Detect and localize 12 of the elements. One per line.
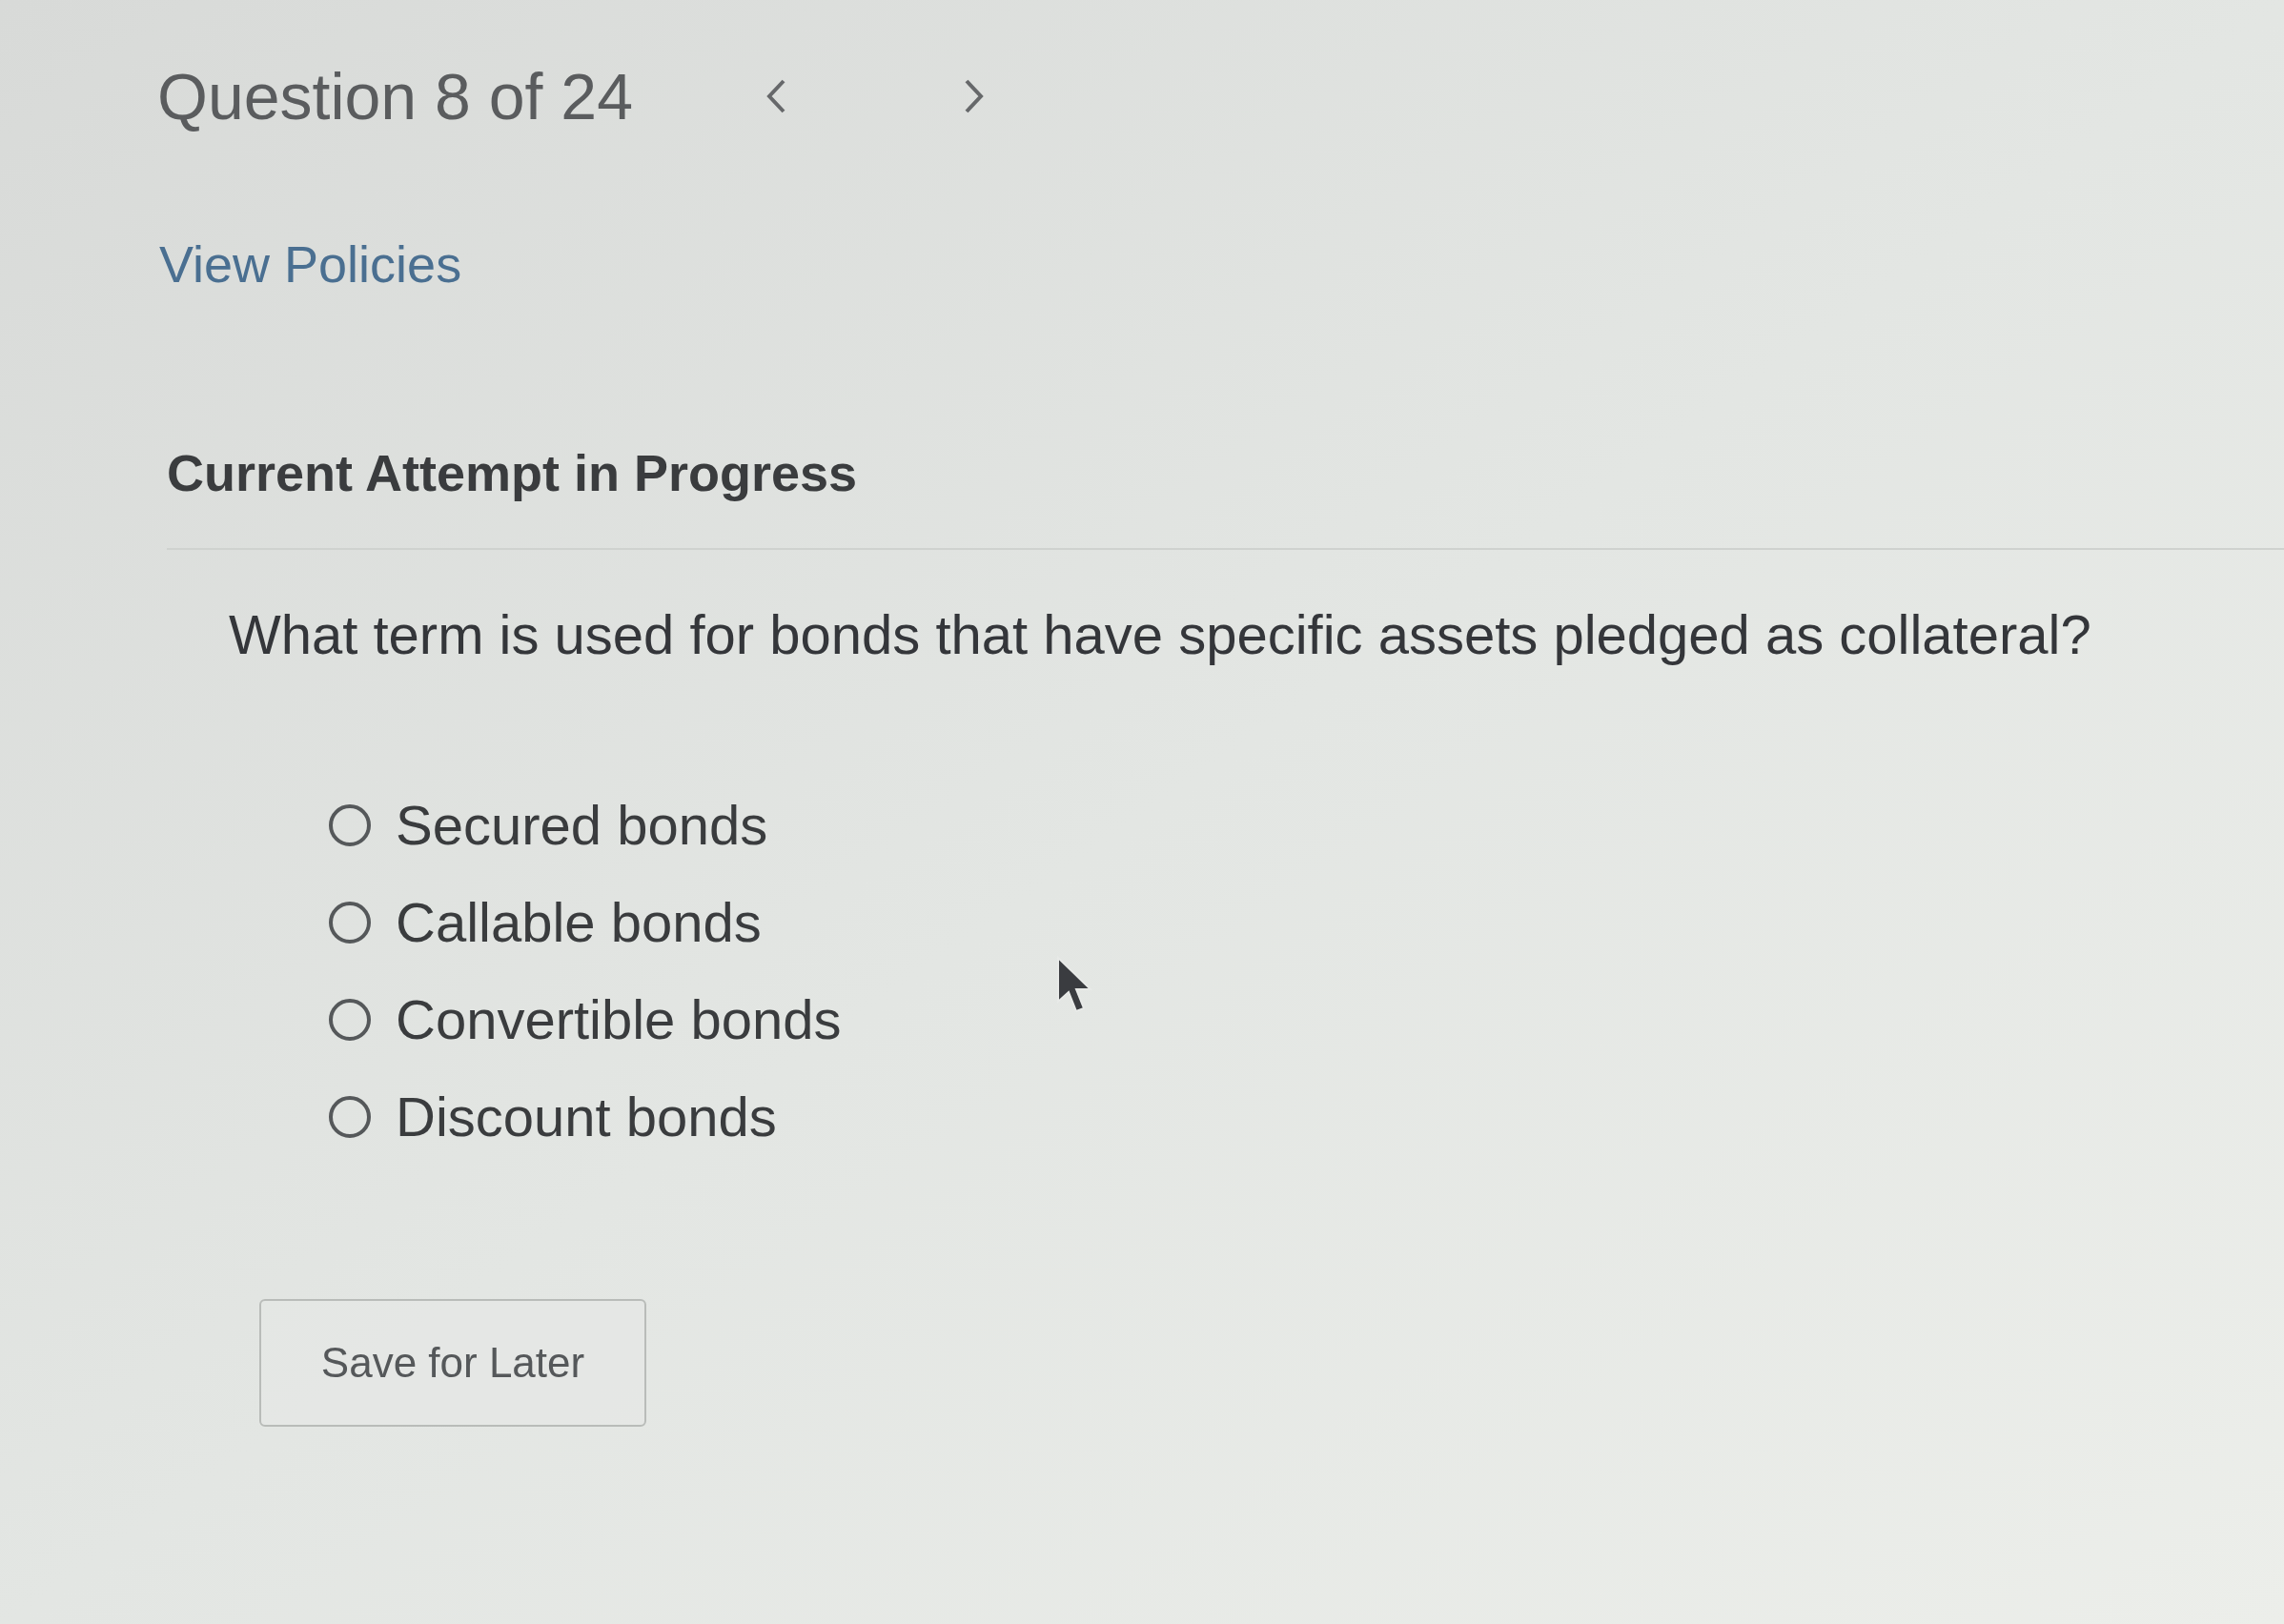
chevron-right-icon [964,78,985,114]
option-label: Discount bonds [396,1087,777,1147]
option-label: Secured bonds [396,796,768,855]
radio-button[interactable] [329,1096,371,1138]
radio-button[interactable] [329,999,371,1041]
chevron-left-icon [765,78,786,114]
save-for-later-button[interactable]: Save for Later [259,1299,646,1427]
radio-button[interactable] [329,804,371,846]
option-label: Callable bonds [396,893,762,952]
radio-button[interactable] [329,902,371,944]
option-label: Convertible bonds [396,990,842,1049]
view-policies-link[interactable]: View Policies [159,235,462,293]
